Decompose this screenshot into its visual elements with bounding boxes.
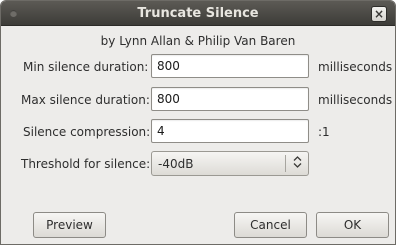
max-silence-input[interactable] bbox=[151, 87, 309, 111]
min-silence-input[interactable] bbox=[151, 54, 309, 78]
ok-button-label: OK bbox=[343, 218, 362, 232]
threshold-label: Threshold for silence: bbox=[21, 157, 151, 171]
min-silence-unit: milliseconds bbox=[318, 60, 393, 74]
min-silence-label: Min silence duration: bbox=[23, 60, 149, 74]
compression-input[interactable] bbox=[151, 119, 309, 143]
max-silence-label: Max silence duration: bbox=[21, 93, 150, 107]
threshold-select-value: -40dB bbox=[158, 156, 194, 171]
threshold-select[interactable]: -40dB bbox=[151, 151, 309, 176]
compression-unit: :1 bbox=[318, 125, 330, 139]
ok-button[interactable]: OK bbox=[316, 212, 389, 238]
max-silence-unit: milliseconds bbox=[318, 93, 393, 107]
cancel-button-label: Cancel bbox=[250, 218, 291, 232]
truncate-silence-dialog: Truncate Silence × by Lynn Allan & Phili… bbox=[0, 0, 396, 245]
preview-button-label: Preview bbox=[46, 218, 93, 232]
compression-label: Silence compression: bbox=[23, 125, 151, 139]
window-title: Truncate Silence bbox=[137, 6, 259, 21]
preview-button[interactable]: Preview bbox=[33, 212, 106, 238]
cancel-button[interactable]: Cancel bbox=[234, 212, 307, 238]
title-bar[interactable]: Truncate Silence × bbox=[1, 1, 395, 26]
author-byline: by Lynn Allan & Philip Van Baren bbox=[100, 34, 296, 48]
close-button[interactable]: × bbox=[371, 6, 387, 22]
up-down-chevron-icon bbox=[286, 156, 308, 171]
